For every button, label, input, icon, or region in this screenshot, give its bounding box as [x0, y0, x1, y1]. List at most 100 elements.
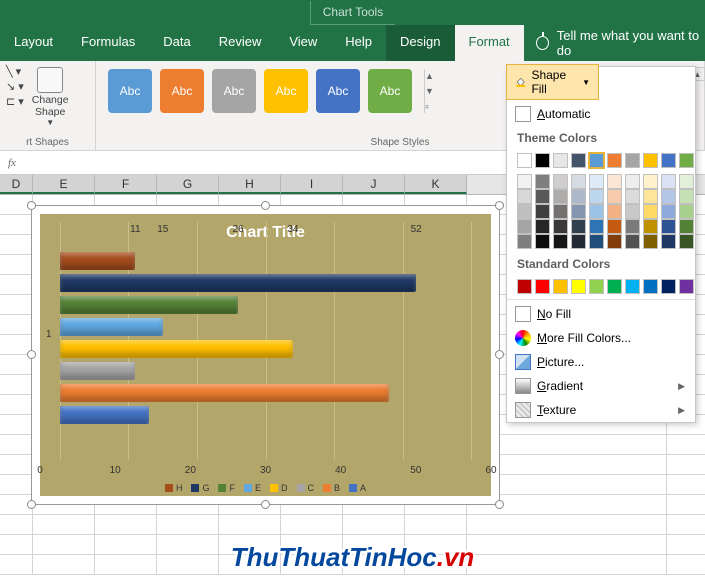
color-swatch[interactable] — [643, 153, 658, 168]
tab-format[interactable]: Format — [455, 25, 524, 61]
tab-help[interactable]: Help — [331, 25, 386, 61]
tab-view[interactable]: View — [275, 25, 331, 61]
color-swatch[interactable] — [643, 219, 658, 234]
col-header-K[interactable]: K — [405, 175, 467, 194]
color-swatch[interactable] — [661, 153, 676, 168]
resize-handle-nw[interactable] — [27, 201, 36, 210]
color-swatch[interactable] — [625, 153, 640, 168]
color-swatch[interactable] — [535, 204, 550, 219]
shape-style-0[interactable]: Abc — [108, 69, 152, 113]
color-swatch[interactable] — [679, 174, 694, 189]
chart-plot-area[interactable]: Chart Title 13415265211 HGFEDCBA 0102030… — [40, 214, 491, 496]
color-swatch[interactable] — [643, 204, 658, 219]
color-swatch[interactable] — [589, 153, 604, 168]
color-swatch[interactable] — [679, 219, 694, 234]
color-swatch[interactable] — [517, 234, 532, 249]
fill-texture[interactable]: Texture▶ — [507, 398, 695, 422]
color-swatch[interactable] — [571, 204, 586, 219]
color-swatch[interactable] — [571, 279, 586, 294]
shape-style-3[interactable]: Abc — [264, 69, 308, 113]
color-swatch[interactable] — [517, 153, 532, 168]
color-swatch[interactable] — [535, 234, 550, 249]
color-swatch[interactable] — [571, 234, 586, 249]
legend-item-D[interactable]: D — [270, 483, 288, 493]
tab-review[interactable]: Review — [205, 25, 276, 61]
color-swatch[interactable] — [607, 234, 622, 249]
color-swatch[interactable] — [553, 174, 568, 189]
color-swatch[interactable] — [625, 279, 640, 294]
color-swatch[interactable] — [625, 234, 640, 249]
color-swatch[interactable] — [607, 174, 622, 189]
chart-bar-C[interactable] — [60, 362, 135, 380]
tab-layout[interactable]: Layout — [0, 25, 67, 61]
color-swatch[interactable] — [553, 234, 568, 249]
color-swatch[interactable] — [571, 153, 586, 168]
color-swatch[interactable] — [625, 219, 640, 234]
color-swatch[interactable] — [607, 189, 622, 204]
legend-item-G[interactable]: G — [191, 483, 209, 493]
color-swatch[interactable] — [661, 279, 676, 294]
color-swatch[interactable] — [535, 279, 550, 294]
color-swatch[interactable] — [589, 189, 604, 204]
legend-item-E[interactable]: E — [244, 483, 261, 493]
color-swatch[interactable] — [643, 174, 658, 189]
color-swatch[interactable] — [679, 204, 694, 219]
color-swatch[interactable] — [625, 174, 640, 189]
chart-object[interactable]: Chart Title 13415265211 HGFEDCBA 0102030… — [31, 205, 500, 505]
chart-bar-E[interactable] — [60, 318, 163, 336]
color-swatch[interactable] — [679, 153, 694, 168]
color-swatch[interactable] — [535, 189, 550, 204]
change-shape-button[interactable]: Change Shape ▼ — [28, 65, 73, 129]
color-swatch[interactable] — [553, 204, 568, 219]
chart-bar-H[interactable] — [60, 252, 135, 270]
color-swatch[interactable] — [607, 204, 622, 219]
arrow-tool-icon[interactable]: ↘ ▾ — [6, 80, 24, 93]
shape-style-5[interactable]: Abc — [368, 69, 412, 113]
chart-bar-A[interactable] — [60, 406, 149, 424]
tab-data[interactable]: Data — [149, 25, 204, 61]
fill-more-colors[interactable]: More Fill Colors... — [507, 326, 695, 350]
legend-item-F[interactable]: F — [218, 483, 235, 493]
color-swatch[interactable] — [661, 234, 676, 249]
line-tool-icon[interactable]: ╲ ▾ — [6, 65, 24, 78]
col-header-G[interactable]: G — [157, 175, 219, 194]
color-swatch[interactable] — [679, 189, 694, 204]
resize-handle-se[interactable] — [495, 500, 504, 509]
color-swatch[interactable] — [571, 174, 586, 189]
color-swatch[interactable] — [661, 174, 676, 189]
color-swatch[interactable] — [535, 153, 550, 168]
color-swatch[interactable] — [589, 219, 604, 234]
col-header-I[interactable]: I — [281, 175, 343, 194]
color-swatch[interactable] — [553, 279, 568, 294]
col-header-D[interactable]: D — [0, 175, 33, 194]
shape-style-4[interactable]: Abc — [316, 69, 360, 113]
color-swatch[interactable] — [607, 153, 622, 168]
color-swatch[interactable] — [589, 279, 604, 294]
color-swatch[interactable] — [517, 279, 532, 294]
color-swatch[interactable] — [589, 174, 604, 189]
color-swatch[interactable] — [679, 279, 694, 294]
resize-handle-w[interactable] — [27, 350, 36, 359]
shape-fill-button[interactable]: Shape Fill ▼ — [506, 64, 599, 100]
chart-bar-G[interactable] — [60, 274, 416, 292]
chart-bar-B[interactable] — [60, 384, 389, 402]
color-swatch[interactable] — [517, 219, 532, 234]
legend-item-A[interactable]: A — [349, 483, 366, 493]
color-swatch[interactable] — [589, 204, 604, 219]
shape-styles-more[interactable]: ▲▼꞊ — [424, 69, 440, 113]
color-swatch[interactable] — [661, 189, 676, 204]
color-swatch[interactable] — [625, 204, 640, 219]
connector-tool-icon[interactable]: ⊏ ▾ — [6, 95, 24, 108]
legend-item-H[interactable]: H — [165, 483, 183, 493]
resize-handle-s[interactable] — [261, 500, 270, 509]
resize-handle-ne[interactable] — [495, 201, 504, 210]
color-swatch[interactable] — [553, 219, 568, 234]
color-swatch[interactable] — [643, 279, 658, 294]
color-swatch[interactable] — [571, 189, 586, 204]
color-swatch[interactable] — [661, 204, 676, 219]
legend-item-B[interactable]: B — [323, 483, 340, 493]
color-swatch[interactable] — [535, 219, 550, 234]
chart-legend[interactable]: HGFEDCBA — [40, 483, 491, 493]
color-swatch[interactable] — [625, 189, 640, 204]
fill-automatic[interactable]: AAutomaticutomatic — [507, 102, 695, 126]
